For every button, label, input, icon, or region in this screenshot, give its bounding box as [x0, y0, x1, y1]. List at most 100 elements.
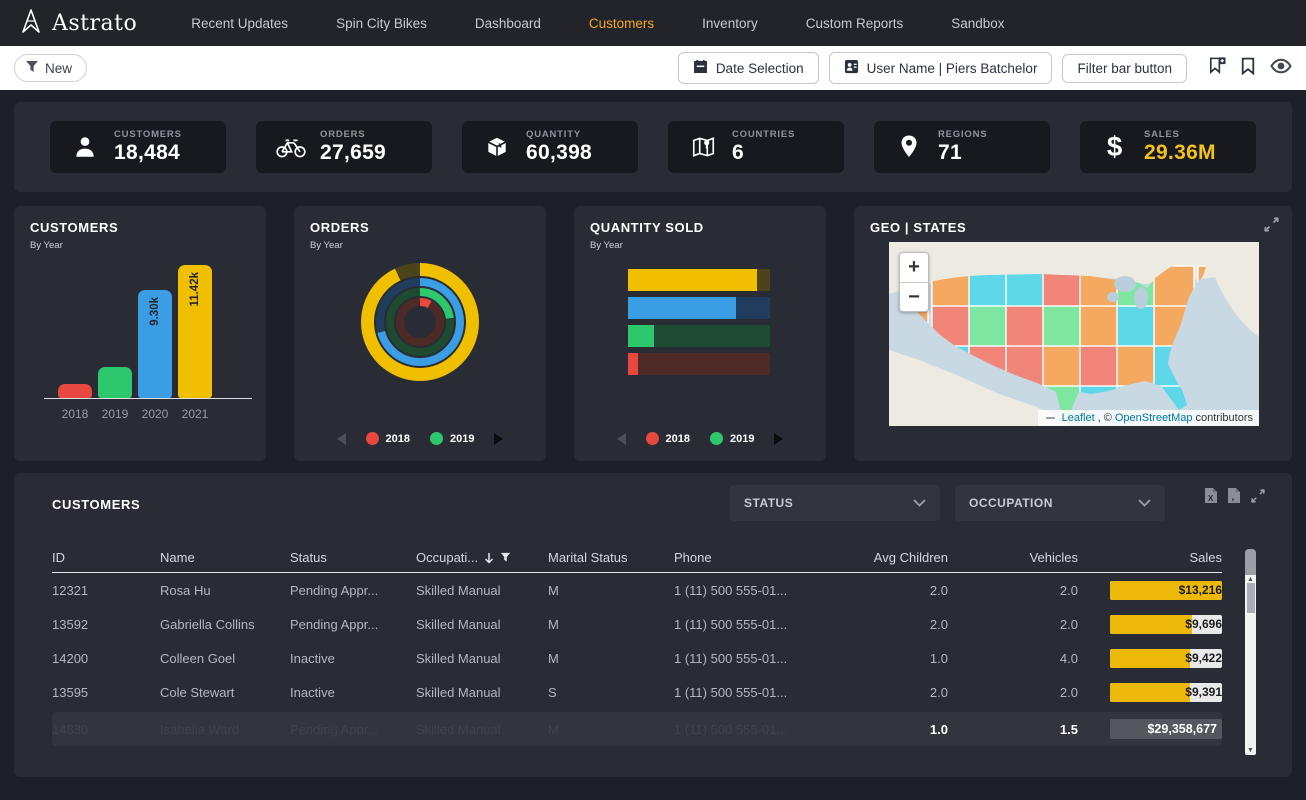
legend-prev-arrow[interactable]: [337, 433, 346, 445]
nav-item-recent-updates[interactable]: Recent Updates: [167, 16, 312, 31]
export-csv-icon[interactable]: ,: [1227, 487, 1241, 509]
total-sales: $29,358,677: [1078, 719, 1222, 739]
legend-item-2018[interactable]: 2018: [646, 432, 690, 445]
sales-data-bar: $9,422: [1110, 649, 1222, 668]
hbar-2018[interactable]: [628, 353, 770, 375]
nav-item-sandbox[interactable]: Sandbox: [927, 16, 1028, 31]
kpi-value: 18,484: [114, 141, 182, 165]
kpi-card-regions: REGIONS71: [874, 121, 1050, 173]
table-row[interactable]: 12321Rosa HuPending Appr...Skilled Manua…: [52, 573, 1222, 607]
state-shape[interactable]: [1043, 346, 1083, 388]
scroll-down-arrow[interactable]: ▼: [1245, 747, 1256, 754]
state-shape[interactable]: [1080, 306, 1120, 348]
kpi-card-quantity: QUANTITY60,398: [462, 121, 638, 173]
donut-ring-2020[interactable]: [374, 276, 466, 368]
export-excel-icon[interactable]: X: [1204, 487, 1218, 509]
osm-link[interactable]: OpenStreetMap: [1115, 412, 1193, 424]
sort-desc-icon[interactable]: [484, 552, 494, 564]
nav-item-custom-reports[interactable]: Custom Reports: [782, 16, 928, 31]
x-axis-labels: 2018201920202021: [58, 407, 212, 421]
date-selection-button[interactable]: Date Selection: [678, 52, 819, 84]
column-header-phone[interactable]: Phone: [674, 550, 842, 565]
column-header-id[interactable]: ID: [52, 550, 160, 565]
new-filter-button[interactable]: New: [14, 54, 87, 82]
expand-icon[interactable]: [1263, 216, 1280, 238]
column-header-vehicles[interactable]: Vehicles: [948, 550, 1078, 565]
user-button[interactable]: User Name | Piers Batchelor: [829, 52, 1053, 84]
bar-2021[interactable]: 11.42k: [178, 265, 212, 398]
column-header-status[interactable]: Status: [290, 550, 416, 565]
legend-item-2018[interactable]: 2018: [366, 432, 410, 445]
cell-occupation: Skilled Manual: [416, 685, 548, 700]
nav-item-dashboard[interactable]: Dashboard: [451, 16, 565, 31]
scrollbar-thumb[interactable]: [1247, 583, 1255, 613]
sales-data-bar: $13,216: [1110, 581, 1222, 600]
cell-status: Pending Appr...: [290, 583, 416, 598]
legend-dot-icon: [710, 432, 723, 445]
leaflet-link[interactable]: Leaflet: [1062, 412, 1095, 424]
bookmark-add-icon[interactable]: [1207, 56, 1226, 80]
kpi-label: SALES: [1144, 129, 1216, 140]
occupation-filter-dropdown[interactable]: OCCUPATION: [955, 485, 1165, 521]
hbar-2020[interactable]: [628, 297, 770, 319]
status-filter-dropdown[interactable]: STATUS: [730, 485, 940, 521]
bicycle-icon: [270, 135, 312, 159]
legend-next-arrow[interactable]: [494, 433, 503, 445]
column-header-sales[interactable]: Sales: [1078, 550, 1222, 565]
column-header-name[interactable]: Name: [160, 550, 290, 565]
column-header-occupati-[interactable]: Occupati...: [416, 550, 548, 565]
nav-item-inventory[interactable]: Inventory: [678, 16, 782, 31]
eye-icon[interactable]: [1270, 58, 1292, 79]
state-shape[interactable]: [1043, 306, 1083, 348]
table-row[interactable]: 14200Colleen GoelInactiveSkilled ManualM…: [52, 641, 1222, 675]
state-shape[interactable]: [1080, 346, 1120, 388]
kpi-value: 60,398: [526, 141, 592, 165]
date-selection-label: Date Selection: [716, 61, 804, 76]
column-header-avg-children[interactable]: Avg Children: [842, 550, 948, 565]
bar-2020[interactable]: 9.30k: [138, 290, 172, 398]
state-shape[interactable]: [969, 306, 1009, 348]
brand[interactable]: Astrato: [18, 8, 137, 39]
hbar-2021[interactable]: [628, 269, 770, 291]
legend-next-arrow[interactable]: [774, 433, 783, 445]
map-zoom-control: + −: [899, 252, 929, 312]
bar-2018[interactable]: [58, 384, 92, 398]
bar-2019[interactable]: [98, 367, 132, 398]
table-scrollbar[interactable]: ▲ ▼: [1245, 575, 1256, 755]
nav-item-customers[interactable]: Customers: [565, 16, 678, 31]
leaflet-map[interactable]: + − Leaflet, © OpenStreetMap contributor…: [889, 242, 1259, 426]
scroll-up-arrow[interactable]: ▲: [1245, 576, 1256, 583]
state-shape[interactable]: [1117, 306, 1157, 348]
legend-prev-arrow[interactable]: [617, 433, 626, 445]
column-header-marital-status[interactable]: Marital Status: [548, 550, 674, 565]
donut-ring-2019[interactable]: [384, 286, 456, 358]
hbar-2019[interactable]: [628, 325, 770, 347]
state-shape[interactable]: [1117, 346, 1157, 388]
legend-item-2019[interactable]: 2019: [430, 432, 474, 445]
cell-phone: 1 (11) 500 555-01...: [674, 617, 842, 632]
filter-bar-button[interactable]: Filter bar button: [1062, 54, 1187, 83]
expand-icon[interactable]: [1250, 488, 1266, 509]
package-icon: [476, 134, 518, 160]
cell-id: 13592: [52, 617, 160, 632]
legend-item-2019[interactable]: 2019: [710, 432, 754, 445]
bar-value-label: 9.30k: [149, 297, 161, 326]
kpi-value: 29.36M: [1144, 141, 1216, 165]
bookmark-icon[interactable]: [1240, 57, 1256, 80]
donut-ring-2018[interactable]: [394, 296, 446, 348]
zoom-in-button[interactable]: +: [900, 253, 928, 282]
state-shape[interactable]: [1006, 306, 1046, 348]
brand-name: Astrato: [52, 11, 137, 36]
donut-ring-2021[interactable]: [361, 263, 479, 381]
orders-by-year-chart: ORDERS By Year 20182019: [294, 206, 546, 461]
table-row[interactable]: 13592Gabriella CollinsPending Appr...Ski…: [52, 607, 1222, 641]
cell-avg-children: 2.0: [842, 583, 948, 598]
ghost-cell-phone: 1 (11) 500 555-01...: [674, 722, 842, 737]
table-row[interactable]: 13595Cole StewartInactiveSkilled ManualS…: [52, 675, 1222, 709]
zoom-out-button[interactable]: −: [900, 282, 928, 311]
cell-avg-children: 2.0: [842, 685, 948, 700]
kpi-value: 71: [938, 141, 987, 165]
column-filter-icon[interactable]: [500, 552, 511, 563]
x-tick-label: 2020: [138, 407, 172, 421]
nav-item-spin-city-bikes[interactable]: Spin City Bikes: [312, 16, 451, 31]
